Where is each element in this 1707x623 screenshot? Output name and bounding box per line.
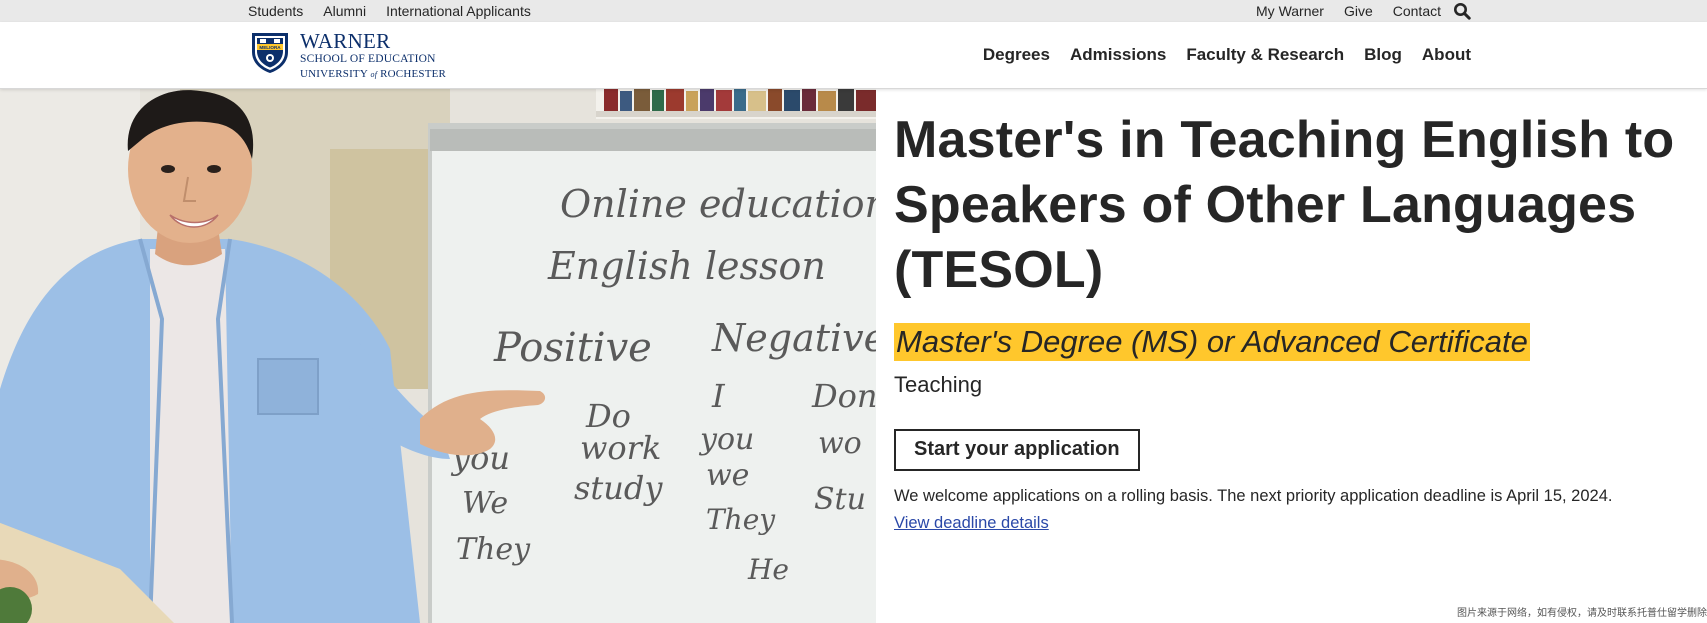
warner-logo[interactable]: MELIORA WARNER SCHOOL OF EDUCATION UNIVE… [248, 30, 446, 80]
start-application-button[interactable]: Start your application [894, 429, 1140, 471]
nav-item-degrees[interactable]: Degrees [983, 45, 1050, 65]
logo-name: WARNER [300, 29, 391, 53]
svg-text:Negative: Negative [711, 316, 876, 360]
svg-text:you: you [698, 422, 754, 457]
utility-link-alumni[interactable]: Alumni [323, 3, 366, 19]
nav-item-blog[interactable]: Blog [1364, 45, 1402, 65]
utility-bar: Students Alumni International Applicants… [0, 0, 1707, 22]
svg-text:Stu: Stu [814, 482, 866, 517]
svg-text:wo: wo [818, 426, 862, 461]
svg-text:we: we [706, 458, 749, 493]
nav-item-admissions[interactable]: Admissions [1070, 45, 1166, 65]
svg-text:English lesson: English lesson [547, 244, 826, 288]
utility-link-international-applicants[interactable]: International Applicants [386, 3, 531, 19]
hero-image: Online education English lesson Positive… [0, 89, 876, 623]
svg-text:I: I [711, 377, 726, 415]
svg-text:Positive: Positive [493, 325, 652, 371]
svg-text:study: study [574, 469, 663, 507]
utility-link-students[interactable]: Students [248, 3, 303, 19]
logo-university: UNIVERSITY of ROCHESTER [300, 67, 447, 80]
degree-type-highlight: Master's Degree (MS) or Advanced Certifi… [894, 323, 1530, 361]
main-nav: Degrees Admissions Faculty & Research Bl… [963, 22, 1471, 88]
logo-wordmark: WARNER SCHOOL OF EDUCATION UNIVERSITY of… [300, 30, 446, 80]
main-header: MELIORA WARNER SCHOOL OF EDUCATION UNIVE… [0, 22, 1707, 89]
svg-text:They: They [706, 503, 776, 536]
utility-link-give[interactable]: Give [1344, 3, 1373, 19]
svg-text:work: work [580, 429, 661, 467]
utility-nav-left: Students Alumni International Applicants [248, 0, 551, 22]
svg-text:MELIORA: MELIORA [259, 45, 281, 50]
university-seal-icon: MELIORA [252, 33, 288, 73]
utility-nav-right: My Warner Give Contact [1236, 0, 1471, 22]
hero-content: Master's in Teaching English to Speakers… [894, 108, 1694, 536]
deadline-text: We welcome applications on a rolling bas… [894, 487, 1613, 505]
svg-text:We: We [462, 486, 508, 521]
nav-item-faculty-research[interactable]: Faculty & Research [1186, 45, 1344, 65]
svg-text:Don: Don [811, 377, 876, 415]
svg-text:Online education: Online education [560, 182, 876, 226]
utility-link-my-warner[interactable]: My Warner [1256, 3, 1324, 19]
search-icon[interactable] [1453, 2, 1471, 20]
image-source-watermark: 图片来源于网络，如有侵权，请及时联系托普仕留学删除 [1457, 608, 1707, 619]
utility-link-contact[interactable]: Contact [1393, 3, 1441, 19]
program-category: Teaching [894, 372, 983, 397]
svg-text:He: He [747, 553, 789, 586]
view-deadline-details-link[interactable]: View deadline details [894, 514, 1049, 532]
page-title: Master's in Teaching English to Speakers… [894, 111, 1675, 299]
svg-text:They: They [456, 532, 531, 567]
nav-item-about[interactable]: About [1422, 45, 1471, 65]
logo-school: SCHOOL OF EDUCATION [300, 53, 436, 65]
